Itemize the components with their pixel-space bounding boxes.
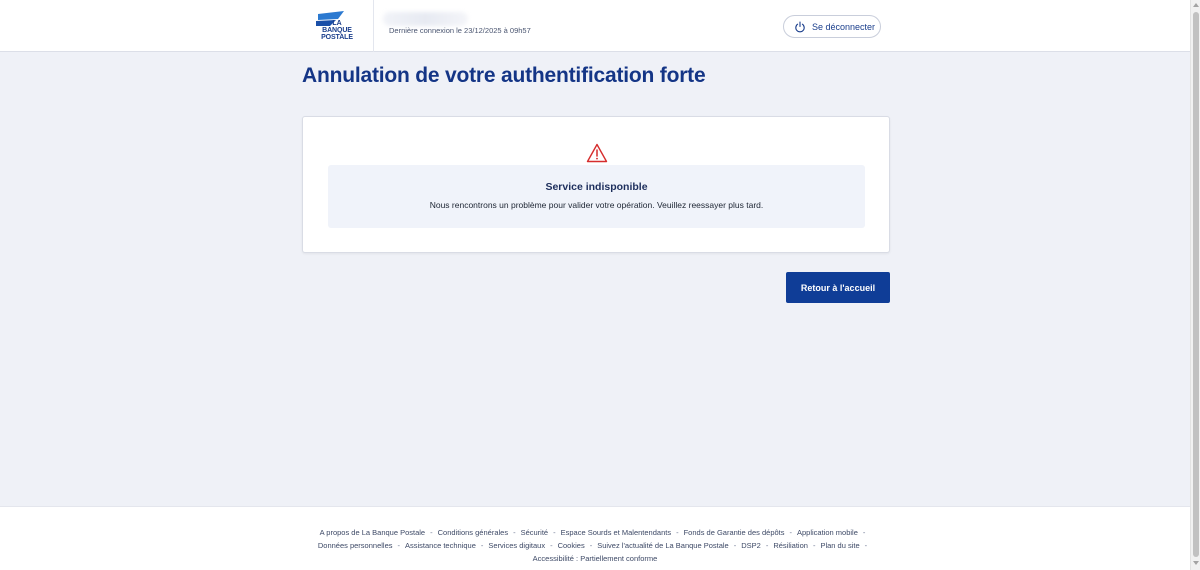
blurred-user-name [383,12,468,26]
footer-link-personal-data[interactable]: Données personnelles [318,541,393,550]
footer-separator: - [589,541,593,550]
footer-link-digital-services[interactable]: Services digitaux [488,541,545,550]
footer-separator: - [553,528,556,537]
footer-link-mobile-app[interactable]: Application mobile [797,528,858,537]
footer: A propos de La Banque Postale - Conditions… [0,506,1190,570]
top-header: LA BANQUE POSTALE Dernière connexion le … [0,0,1190,52]
footer-links-row-3: Accessibilité : Partiellement conforme [0,554,1190,563]
return-home-button[interactable]: Retour à l'accueil [786,272,890,303]
vertical-scrollbar[interactable] [1190,0,1200,570]
footer-separator: - [480,541,484,550]
footer-link-dsp2[interactable]: DSP2 [741,541,761,550]
scroll-down-arrow-icon[interactable] [1193,561,1199,565]
logo-line-3: POSTALE [321,34,353,41]
footer-separator: - [676,528,679,537]
footer-link-cookies[interactable]: Cookies [558,541,585,550]
error-notice: Service indisponible Nous rencontrons un… [328,165,865,228]
footer-link-deaf-space[interactable]: Espace Sourds et Malentendants [561,528,672,537]
last-login-text: Dernière connexion le 23/12/2025 à 09h57 [389,26,531,35]
power-icon [795,20,805,32]
footer-links-row-1: A propos de La Banque Postale - Conditions… [0,528,1190,537]
footer-separator: - [789,528,793,537]
footer-link-deposit-guarantee[interactable]: Fonds de Garantie des dépôts [684,528,785,537]
footer-separator: - [864,541,868,550]
footer-link-news[interactable]: Suivez l'actualité de La Banque Postale [597,541,729,550]
footer-separator: - [513,528,516,537]
footer-links-row-2: Données personnelles - Assistance techniqu… [0,541,1190,550]
footer-link-tech-support[interactable]: Assistance technique [405,541,476,550]
footer-separator: - [430,528,433,537]
footer-link-security[interactable]: Sécurité [521,528,549,537]
page-title: Annulation de votre authentification for… [302,64,706,87]
footer-link-accessibility[interactable]: Accessibilité : Partiellement conforme [533,554,658,563]
footer-link-terms[interactable]: Conditions générales [438,528,508,537]
scroll-up-arrow-icon[interactable] [1193,3,1199,7]
logo-line-2: BANQUE [322,27,352,34]
footer-separator: - [812,541,816,550]
logo-text: LA BANQUE POSTALE [319,20,355,41]
footer-link-about[interactable]: A propos de La Banque Postale [320,528,426,537]
footer-separator: - [765,541,769,550]
notice-title: Service indisponible [545,181,648,193]
footer-link-sitemap[interactable]: Plan du site [820,541,859,550]
footer-separator: - [550,541,553,550]
logout-button[interactable]: Se déconnecter [783,15,881,38]
footer-separator: - [733,541,737,550]
footer-separator: - [397,541,401,550]
notice-message: Nous rencontrons un problème pour valide… [429,200,764,210]
error-card: Service indisponible Nous rencontrons un… [302,116,890,253]
logout-label: Se déconnecter [812,21,876,32]
scrollbar-thumb[interactable] [1193,12,1199,557]
logo-line-1: LA [332,20,342,27]
footer-separator: - [862,528,866,537]
footer-link-cancellation[interactable]: Résiliation [773,541,808,550]
header-divider [373,0,374,52]
warning-triangle-icon [586,143,608,163]
